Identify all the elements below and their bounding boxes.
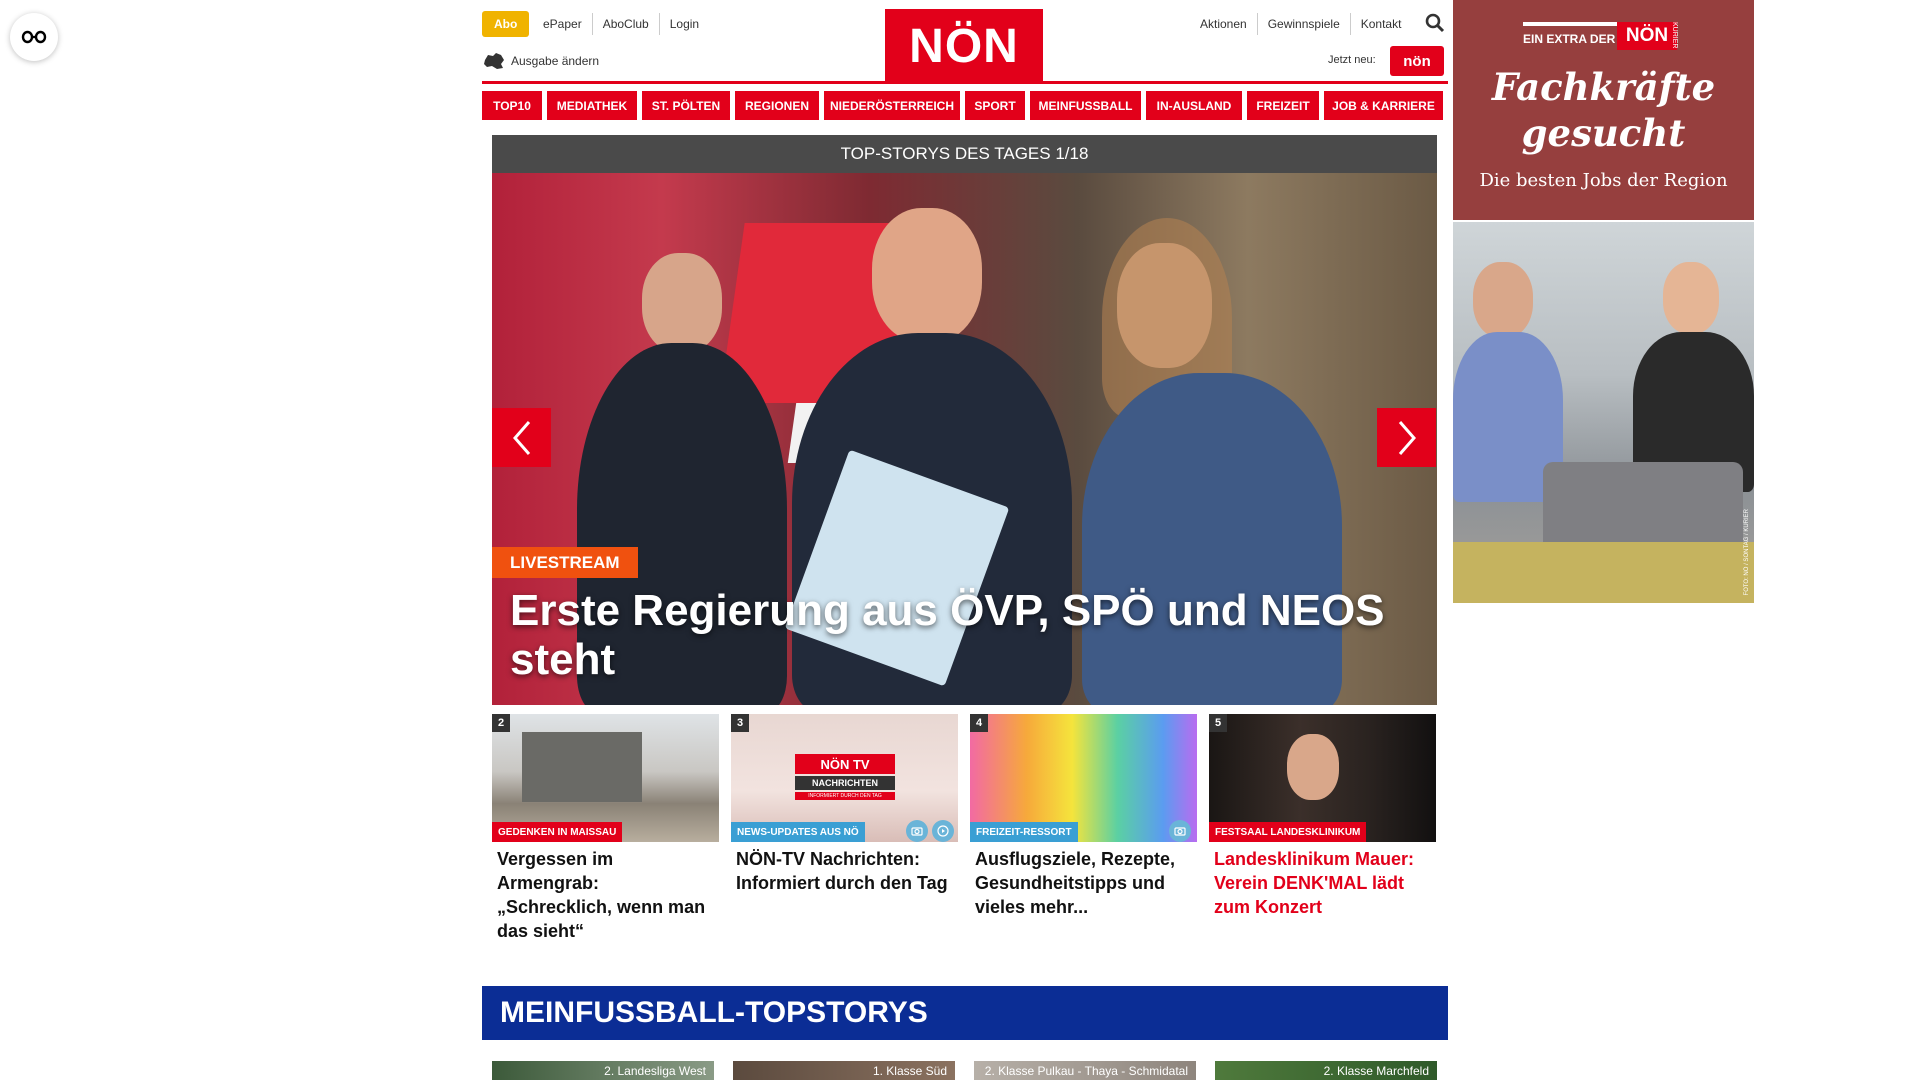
ad-photo-credit: FOTO: NÖ / SONTAG / KURIER [1744,508,1750,595]
lower-austria-map-icon [484,53,504,69]
story-tag: FESTSAAL LANDESKLINIKUM [1209,822,1367,842]
prev-slide-button[interactable] [492,408,551,467]
mf-thumb[interactable]: 2. Landesliga West [492,1061,714,1080]
story-title[interactable]: Landesklinikum Mauer: Verein DENK'MAL lä… [1209,842,1436,919]
nav-item-top10[interactable]: TOP10 [482,91,542,120]
ad-workbench [1453,542,1754,603]
mf-thumb[interactable]: 2. Klasse Pulkau - Thaya - Schmidatal [974,1061,1196,1080]
play-icon [932,820,954,842]
top-stories-header: TOP-STORYS DES TAGES 1/18 [492,135,1437,173]
story-card[interactable]: 4 FREIZEIT-RESSORT Ausflugsziele, Rezept… [970,714,1197,919]
meinfussball-header[interactable]: MEINFUSSBALL-TOPSTORYS [482,986,1448,1040]
kleine-non-logo[interactable]: nön [1390,46,1444,76]
story-card[interactable]: 5 FESTSAAL LANDESKLINIKUM Landesklinikum… [1209,714,1436,919]
ad-person-right-face [1663,262,1719,334]
ad-extra-label: EIN EXTRA DER [1523,32,1616,46]
story-title[interactable]: Ausflugsziele, Rezepte, Gesundheitstipps… [970,842,1197,919]
portrait-face [1287,734,1339,800]
livestream-badge: LIVESTREAM [492,547,638,578]
hero-headline[interactable]: Erste Regierung aus ÖVP, SPÖ und NEOS st… [510,586,1410,684]
glasses-icon [21,30,47,44]
story-title[interactable]: NÖN-TV Nachrichten: Informiert durch den… [731,842,958,895]
story-number: 2 [492,714,510,732]
story-card-image: NÖN TV NACHRICHTEN INFORMIERT DURCH DEN … [731,714,958,842]
search-button[interactable] [1425,13,1445,38]
nav-item-freizeit[interactable]: FREIZEIT [1247,91,1319,120]
story-card[interactable]: NÖN TV NACHRICHTEN INFORMIERT DURCH DEN … [731,714,958,895]
abo-button[interactable]: Abo [482,11,530,37]
tv-label: NACHRICHTEN [795,776,895,790]
chevron-left-icon [512,420,530,455]
story-card-image: 2 GEDENKEN IN MAISSAU [492,714,719,842]
nav-item-meinfussball[interactable]: MEINFUSSBALL [1030,91,1141,120]
mf-thumb[interactable]: 2. Klasse Marchfeld [1215,1061,1437,1080]
ad-machine [1543,462,1743,552]
story-card-image: 4 FREIZEIT-RESSORT [970,714,1197,842]
story-title[interactable]: Vergessen im Armengrab: „Schrecklich, we… [492,842,719,943]
epaper-link[interactable]: ePaper [533,13,592,35]
aboclub-link[interactable]: AboClub [591,13,659,35]
ad-headline: Fachkräfte gesucht [1491,65,1716,155]
mf-thumb[interactable]: 1. Klasse Süd [733,1061,955,1080]
kontakt-link[interactable]: Kontakt [1349,13,1412,35]
story-number: 4 [970,714,988,732]
gewinnspiele-link[interactable]: Gewinnspiele [1256,13,1350,35]
ausgabe-label: Ausgabe ändern [511,54,600,68]
search-icon [1425,13,1445,33]
story-number: 3 [731,714,749,732]
nav-item-sport[interactable]: SPORT [965,91,1025,120]
ad-non-logo: NÖN [1617,22,1677,50]
hero-person-left [642,253,722,353]
hero-person-center [872,208,982,343]
header-divider [482,81,1448,84]
non-logo[interactable]: NÖN [885,9,1043,83]
ad-sub: Die besten Jobs der Region [1479,170,1728,191]
nav-item-st-poelten[interactable]: ST. PÖLTEN [642,91,730,120]
tv-brand: NÖN TV [795,754,895,774]
main-nav: TOP10 MEDIATHEK ST. PÖLTEN REGIONEN NIED… [482,91,1448,120]
nav-item-niederoesterreich[interactable]: NIEDERÖSTERREICH [824,91,960,120]
ausgabe-aendern-link[interactable]: Ausgabe ändern [483,52,599,70]
ad-banner[interactable]: EIN EXTRA DER NÖN KURIER Fachkräfte gesu… [1453,0,1754,220]
aktionen-link[interactable]: Aktionen [1190,13,1257,35]
right-links: Aktionen Gewinnspiele Kontakt [1190,13,1411,35]
ad-kurier-label: KURIER [1671,22,1678,49]
nav-item-regionen[interactable]: REGIONEN [735,91,819,120]
reader-mode-button[interactable] [10,13,58,61]
nav-item-mediathek[interactable]: MEDIATHEK [547,91,637,120]
story-card-image: 5 FESTSAAL LANDESKLINIKUM [1209,714,1436,842]
nav-item-in-ausland[interactable]: IN-AUSLAND [1146,91,1242,120]
ad-person-left-face [1473,262,1533,338]
story-number: 5 [1209,714,1227,732]
tv-sub: INFORMIERT DURCH DEN TAG [795,792,895,800]
story-tag: NEWS-UPDATES AUS NÖ [731,822,865,842]
story-card[interactable]: 2 GEDENKEN IN MAISSAU Vergessen im Armen… [492,714,719,943]
ad-photo[interactable]: FOTO: NÖ / SONTAG / KURIER [1453,222,1754,603]
story-tag: FREIZEIT-RESSORT [970,822,1078,842]
login-link[interactable]: Login [658,13,709,35]
camera-icon [1169,820,1191,842]
wall-shape [522,732,642,802]
next-slide-button[interactable] [1377,408,1436,467]
camera-icon [906,820,928,842]
top-links: ePaper AboClub Login [533,13,709,35]
jetzt-neu-label: Jetzt neu: [1328,54,1376,66]
story-tag: GEDENKEN IN MAISSAU [492,822,623,842]
chevron-right-icon [1398,420,1416,455]
nav-item-job-karriere[interactable]: JOB & KARRIERE [1324,91,1443,120]
